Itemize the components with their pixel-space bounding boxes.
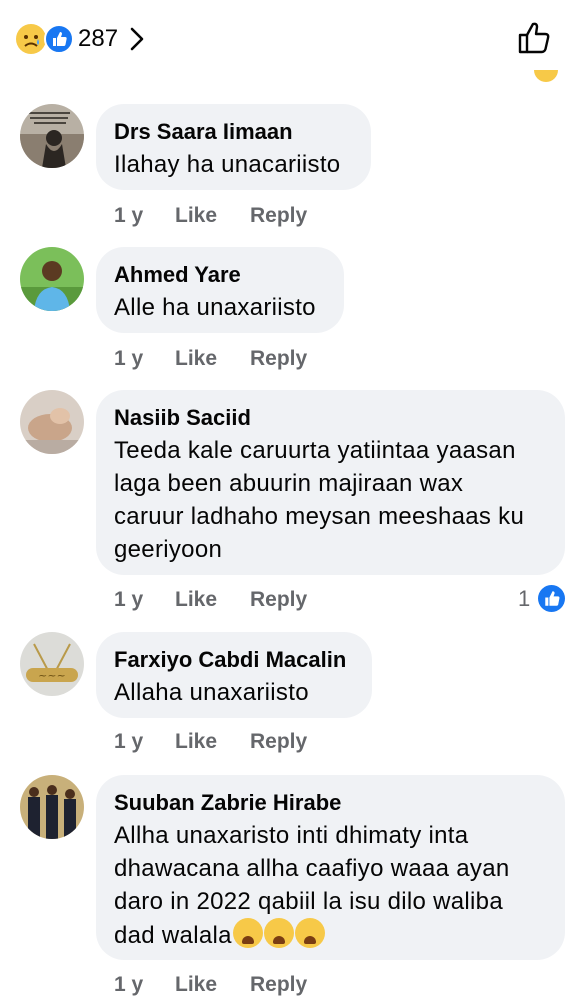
like-button-icon[interactable] xyxy=(516,20,552,56)
comment-author[interactable]: Drs Saara Iimaan xyxy=(114,118,353,146)
reply-link[interactable]: Reply xyxy=(250,973,307,997)
comment-text: Alle ha unaxariisto xyxy=(114,294,316,321)
svg-text:~~~: ~~~ xyxy=(38,669,66,682)
comment-text-line: dad walala xyxy=(114,918,547,952)
reaction-count[interactable]: 287 xyxy=(78,24,118,54)
reactions-header: 287 xyxy=(0,0,584,70)
avatar[interactable] xyxy=(20,775,84,839)
comment-author[interactable]: Ahmed Yare xyxy=(114,261,326,289)
comment-timestamp[interactable]: 1 y xyxy=(114,730,143,754)
comment-text: Allaha unaxariisto xyxy=(114,679,309,706)
avatar[interactable] xyxy=(20,104,84,168)
avatar[interactable] xyxy=(20,390,84,454)
comment-text-fragment: dad walala xyxy=(114,922,232,949)
comment-text-line: Teeda kale caruurta yatiintaa yaasan xyxy=(114,437,516,464)
comment-bubble: Drs Saara Iimaan Ilahay ha unacariisto xyxy=(96,104,371,190)
comment-text-line: geeriyoon xyxy=(114,536,223,563)
comment-author[interactable]: Farxiyo Cabdi Macalin xyxy=(114,646,354,674)
comment-text-line: caruur ladhaho meysan meeshaas ku xyxy=(114,503,525,530)
like-link[interactable]: Like xyxy=(175,973,217,997)
comment-timestamp[interactable]: 1 y xyxy=(114,588,143,612)
sad-reaction-icon xyxy=(16,24,46,54)
comment-text: Ilahay ha unacariisto xyxy=(114,151,341,178)
comment-bubble: Nasiib Saciid Teeda kale caruurta yatiin… xyxy=(96,390,565,575)
comment-text: Allha unaxaristo inti dhimaty inta dhawa… xyxy=(114,819,547,952)
comment-text-line: daro in 2022 qabiil la isu dilo waliba xyxy=(114,888,503,915)
crying-emoji-icon xyxy=(263,918,294,948)
comment-author[interactable]: Nasiib Saciid xyxy=(114,404,547,432)
reply-link[interactable]: Reply xyxy=(250,204,307,228)
avatar[interactable]: ~~~ xyxy=(20,632,84,696)
crying-emoji-icon xyxy=(232,918,263,948)
comment-author[interactable]: Suuban Zabrie Hirabe xyxy=(114,789,547,817)
like-link[interactable]: Like xyxy=(175,588,217,612)
comment-reaction-count[interactable]: 1 xyxy=(518,586,530,612)
crying-emoji-icon xyxy=(294,918,325,948)
reply-link[interactable]: Reply xyxy=(250,588,307,612)
comment-timestamp[interactable]: 1 y xyxy=(114,204,143,228)
like-reaction-icon[interactable] xyxy=(538,585,565,612)
comment-bubble: Farxiyo Cabdi Macalin Allaha unaxariisto xyxy=(96,632,372,718)
comment-timestamp[interactable]: 1 y xyxy=(114,973,143,997)
comment-text-line: laga been abuurin majiraan wax xyxy=(114,470,464,497)
like-link[interactable]: Like xyxy=(175,730,217,754)
comment-bubble: Suuban Zabrie Hirabe Allha unaxaristo in… xyxy=(96,775,565,960)
comment-text: Teeda kale caruurta yatiintaa yaasan lag… xyxy=(114,434,547,566)
comment-bubble: Ahmed Yare Alle ha unaxariisto xyxy=(96,247,344,333)
reply-link[interactable]: Reply xyxy=(250,730,307,754)
like-reaction-icon xyxy=(44,24,74,54)
comment-text-line: Allha unaxaristo inti dhimaty inta xyxy=(114,822,469,849)
like-link[interactable]: Like xyxy=(175,204,217,228)
like-link[interactable]: Like xyxy=(175,347,217,371)
avatar[interactable] xyxy=(20,247,84,311)
comment-timestamp[interactable]: 1 y xyxy=(114,347,143,371)
reply-link[interactable]: Reply xyxy=(250,347,307,371)
comment-text-line: dhawacana allha caafiyo waaa ayan xyxy=(114,855,510,882)
chevron-right-icon[interactable] xyxy=(126,24,148,54)
